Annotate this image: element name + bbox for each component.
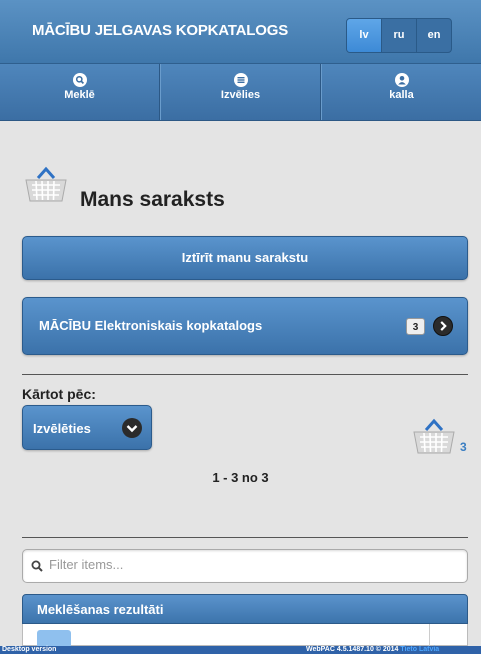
language-switcher: lv ru en bbox=[346, 18, 452, 53]
results-list bbox=[22, 624, 468, 646]
user-icon bbox=[394, 73, 409, 87]
catalog-group-button[interactable]: MĀCĪBU Elektroniskais kopkatalogs 3 bbox=[22, 297, 468, 355]
nav-search-label: Meklē bbox=[64, 89, 95, 101]
divider bbox=[429, 624, 430, 646]
site-title[interactable]: MĀCĪBU JELGAVAS KOPKATALOGS bbox=[32, 22, 288, 39]
footer: Desktop version WebPAC 4.5.1487.10 © 201… bbox=[0, 646, 481, 654]
catalog-count-badge: 3 bbox=[406, 318, 425, 335]
sort-select-value: Izvēlēties bbox=[33, 421, 91, 436]
chevron-right-icon bbox=[433, 316, 453, 336]
result-thumbnail[interactable] bbox=[37, 630, 71, 646]
pager-text: 1 - 3 no 3 bbox=[212, 470, 269, 485]
version-text: WebPAC 4.5.1487.10 © 2014 bbox=[306, 646, 399, 653]
search-icon bbox=[31, 560, 43, 572]
basket-icon-small[interactable] bbox=[410, 416, 458, 456]
nav-search[interactable]: Meklē bbox=[0, 64, 160, 120]
nav-user-label: kalla bbox=[389, 89, 414, 101]
nav-user[interactable]: kalla bbox=[321, 64, 481, 120]
vendor-link[interactable]: Tieto Latvia bbox=[400, 646, 439, 653]
sort-label: Kārtot pēc: bbox=[22, 386, 96, 402]
main-nav: Meklē Izvēlies kalla bbox=[0, 64, 481, 121]
chevron-down-icon bbox=[122, 418, 142, 438]
catalog-group-label: MĀCĪBU Elektroniskais kopkatalogs bbox=[39, 318, 263, 333]
lang-ru-button[interactable]: ru bbox=[382, 19, 417, 52]
filter-field[interactable] bbox=[22, 549, 468, 583]
app-header: MĀCĪBU JELGAVAS KOPKATALOGS lv ru en bbox=[0, 0, 481, 64]
divider bbox=[22, 537, 468, 538]
filter-input[interactable] bbox=[49, 557, 449, 572]
sort-select[interactable]: Izvēlēties bbox=[22, 405, 152, 450]
list-icon bbox=[233, 73, 248, 87]
desktop-version-link[interactable]: Desktop version bbox=[2, 646, 56, 654]
clear-list-button[interactable]: Iztīrīt manu sarakstu bbox=[22, 236, 468, 280]
basket-icon bbox=[25, 166, 67, 202]
results-header: Meklēšanas rezultāti bbox=[22, 594, 468, 624]
search-icon bbox=[72, 73, 87, 87]
lang-en-button[interactable]: en bbox=[417, 19, 451, 52]
footer-version: WebPAC 4.5.1487.10 © 2014 Tieto Latvia bbox=[306, 646, 439, 654]
page-title: Mans saraksts bbox=[80, 188, 225, 211]
nav-select[interactable]: Izvēlies bbox=[160, 64, 321, 120]
lang-lv-button[interactable]: lv bbox=[347, 19, 382, 52]
divider bbox=[22, 374, 468, 375]
basket-count[interactable]: 3 bbox=[460, 440, 467, 454]
nav-select-label: Izvēlies bbox=[220, 89, 261, 101]
